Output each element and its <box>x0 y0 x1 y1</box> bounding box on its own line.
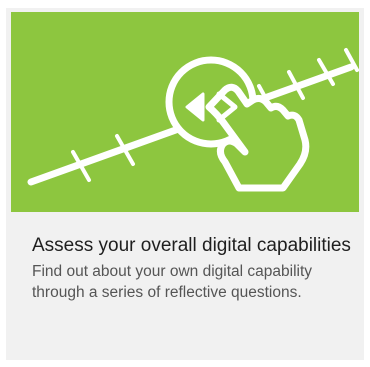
card-image <box>11 12 359 212</box>
card-title[interactable]: Assess your overall digital capabilities <box>32 234 352 257</box>
card-body: Assess your overall digital capabilities… <box>32 234 352 303</box>
card-description: Find out about your own digital capabili… <box>32 263 313 301</box>
page: Assess your overall digital capabilities… <box>0 0 370 367</box>
touch-slider-icon <box>27 48 359 192</box>
assessment-card[interactable]: Assess your overall digital capabilities… <box>6 8 364 360</box>
